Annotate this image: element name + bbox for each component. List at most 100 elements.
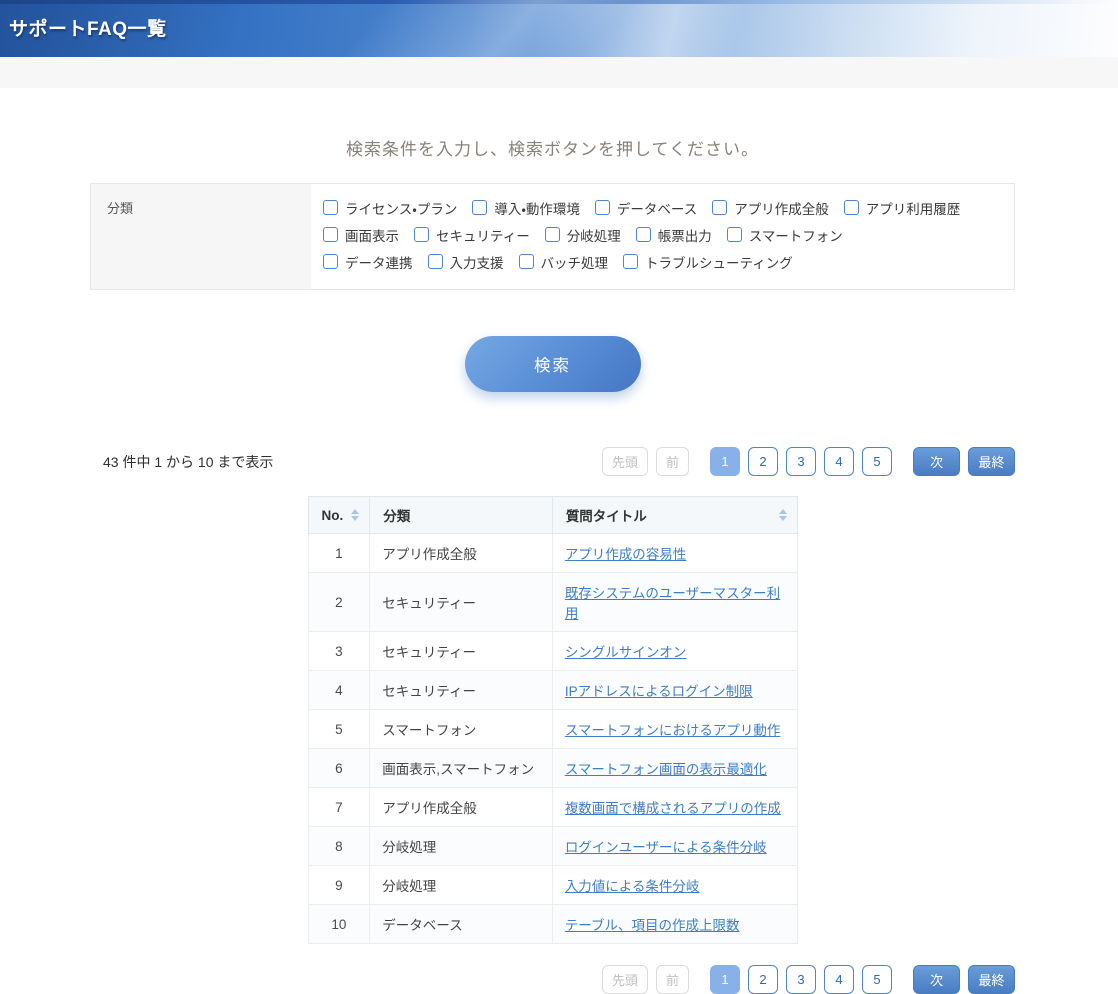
table-row: 10 データベース テーブル、項目の作成上限数 <box>308 905 797 944</box>
cell-category: セキュリティー <box>370 573 553 632</box>
pagination-next-button[interactable]: 次 <box>913 447 960 476</box>
pagination-page-3[interactable]: 3 <box>786 447 816 476</box>
checkbox-icon[interactable] <box>414 227 429 242</box>
checkbox-icon[interactable] <box>519 254 534 269</box>
category-checkbox-troubleshooting[interactable]: トラブルシューティング <box>623 248 793 275</box>
checkbox-label: アプリ利用履歴 <box>866 198 961 218</box>
checkbox-icon[interactable] <box>428 254 443 269</box>
pagination-first-button[interactable]: 先頭 <box>602 447 648 476</box>
table-row: 9 分岐処理 入力値による条件分岐 <box>308 866 797 905</box>
category-checkbox-input-support[interactable]: 入力支援 <box>428 248 504 275</box>
category-checkbox-security[interactable]: セキュリティー <box>414 221 530 248</box>
checkbox-icon[interactable] <box>712 200 727 215</box>
pagination-last-button[interactable]: 最終 <box>968 447 1015 476</box>
column-header-no[interactable]: No. <box>308 497 370 534</box>
checkbox-icon[interactable] <box>472 200 487 215</box>
checkbox-icon[interactable] <box>323 200 338 215</box>
checkbox-icon[interactable] <box>323 254 338 269</box>
faq-link[interactable]: テーブル、項目の作成上限数 <box>565 918 740 933</box>
pagination-page-3[interactable]: 3 <box>786 965 816 994</box>
category-checkbox-app-creation-general[interactable]: アプリ作成全般 <box>712 194 829 221</box>
pagination-last-button[interactable]: 最終 <box>968 965 1015 994</box>
sort-icons[interactable] <box>351 509 359 521</box>
cell-category: 画面表示,スマートフォン <box>370 749 553 788</box>
cell-question: 既存システムのユーザーマスター利用 <box>552 573 797 632</box>
checkbox-label: ライセンス・プラン <box>345 198 457 218</box>
pagination-top: 先頭 前 1 2 3 4 5 次 最終 <box>602 447 1015 476</box>
checkbox-icon[interactable] <box>623 254 638 269</box>
results-row: 43 件中 1 から 10 まで表示 先頭 前 1 2 3 4 5 次 最終 <box>90 447 1015 476</box>
faq-link[interactable]: 入力値による条件分岐 <box>565 879 700 894</box>
search-button[interactable]: 検索 <box>465 336 641 392</box>
column-header-label: 質問タイトル <box>566 505 647 525</box>
header-sub-strip <box>0 57 1118 88</box>
category-checkbox-screen-display[interactable]: 画面表示 <box>323 221 399 248</box>
cell-category: セキュリティー <box>370 632 553 671</box>
faq-link[interactable]: アプリ作成の容易性 <box>565 547 687 562</box>
pagination-next-button[interactable]: 次 <box>913 965 960 994</box>
category-checkbox-data-integration[interactable]: データ連携 <box>323 248 413 275</box>
checkbox-icon[interactable] <box>545 227 560 242</box>
category-checkbox-report-output[interactable]: 帳票出力 <box>636 221 712 248</box>
checkbox-label: スマートフォン <box>749 225 843 245</box>
category-checkbox-group: ライセンス・プラン 導入・動作環境 データベース アプリ作成全般 アプリ利用履歴… <box>311 184 1014 289</box>
cell-no: 6 <box>308 749 370 788</box>
page-header-banner: サポートFAQ一覧 <box>0 0 1118 57</box>
faq-link[interactable]: スマートフォン画面の表示最適化 <box>565 762 767 777</box>
table-row: 4 セキュリティー IPアドレスによるログイン制限 <box>308 671 797 710</box>
pagination-page-2[interactable]: 2 <box>748 447 778 476</box>
pagination-page-2[interactable]: 2 <box>748 965 778 994</box>
table-header-row: No. 分類 質問タイトル <box>308 497 797 534</box>
pagination-prev-button[interactable]: 前 <box>656 447 689 476</box>
pagination-first-button[interactable]: 先頭 <box>602 965 648 994</box>
pagination-page-1[interactable]: 1 <box>710 965 740 994</box>
checkbox-label: 帳票出力 <box>658 225 712 245</box>
faq-link[interactable]: 複数画面で構成されるアプリの作成 <box>565 801 781 816</box>
faq-link[interactable]: シングルサインオン <box>565 645 687 660</box>
checkbox-icon[interactable] <box>727 227 742 242</box>
faq-link[interactable]: 既存システムのユーザーマスター利用 <box>565 586 780 621</box>
pagination-page-5[interactable]: 5 <box>862 447 892 476</box>
column-header-question-title[interactable]: 質問タイトル <box>552 497 797 534</box>
column-header-category[interactable]: 分類 <box>370 497 553 534</box>
faq-link[interactable]: スマートフォンにおけるアプリ動作 <box>565 723 781 738</box>
category-checkbox-batch-processing[interactable]: バッチ処理 <box>519 248 609 275</box>
pagination-prev-button[interactable]: 前 <box>656 965 689 994</box>
faq-link[interactable]: IPアドレスによるログイン制限 <box>565 684 753 699</box>
category-checkbox-database[interactable]: データベース <box>595 194 697 221</box>
table-row: 7 アプリ作成全般 複数画面で構成されるアプリの作成 <box>308 788 797 827</box>
checkbox-icon[interactable] <box>636 227 651 242</box>
cell-no: 1 <box>308 534 370 573</box>
pagination-bottom: 先頭 前 1 2 3 4 5 次 最終 <box>602 965 1015 994</box>
pagination-page-4[interactable]: 4 <box>824 965 854 994</box>
cell-no: 8 <box>308 827 370 866</box>
cell-no: 3 <box>308 632 370 671</box>
category-checkbox-install-environment[interactable]: 導入・動作環境 <box>472 194 580 221</box>
cell-category: セキュリティー <box>370 671 553 710</box>
cell-question: スマートフォンにおけるアプリ動作 <box>552 710 797 749</box>
pagination-page-4[interactable]: 4 <box>824 447 854 476</box>
filter-label: 分類 <box>91 184 311 289</box>
faq-link[interactable]: ログインユーザーによる条件分岐 <box>565 840 767 855</box>
cell-category: アプリ作成全般 <box>370 788 553 827</box>
cell-question: 入力値による条件分岐 <box>552 866 797 905</box>
category-checkbox-app-usage-history[interactable]: アプリ利用履歴 <box>844 194 961 221</box>
cell-no: 9 <box>308 866 370 905</box>
instruction-text: 検索条件を入力し、検索ボタンを押してください。 <box>90 135 1015 160</box>
category-checkbox-license-plan[interactable]: ライセンス・プラン <box>323 194 457 221</box>
checkbox-icon[interactable] <box>595 200 610 215</box>
sort-icons[interactable] <box>779 509 787 521</box>
category-filter-box: 分類 ライセンス・プラン 導入・動作環境 データベース アプリ作成全般 アプリ利… <box>90 183 1015 290</box>
category-checkbox-smartphone[interactable]: スマートフォン <box>727 221 843 248</box>
checkbox-label: アプリ作成全般 <box>734 198 829 218</box>
checkbox-icon[interactable] <box>323 227 338 242</box>
checkbox-label: データベース <box>617 198 697 218</box>
checkbox-icon[interactable] <box>844 200 859 215</box>
category-checkbox-branch-processing[interactable]: 分岐処理 <box>545 221 621 248</box>
pagination-page-1[interactable]: 1 <box>710 447 740 476</box>
pagination-page-5[interactable]: 5 <box>862 965 892 994</box>
main-content: 検索条件を入力し、検索ボタンを押してください。 分類 ライセンス・プラン 導入・… <box>90 135 1015 994</box>
sort-asc-icon <box>779 509 787 514</box>
cell-question: ログインユーザーによる条件分岐 <box>552 827 797 866</box>
checkbox-label: トラブルシューティング <box>645 252 793 272</box>
